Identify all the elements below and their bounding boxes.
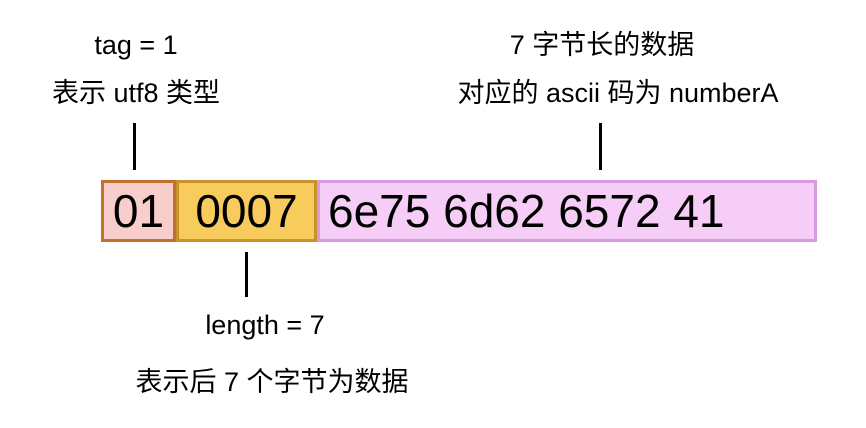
tag-value-label: tag = 1 <box>94 30 178 60</box>
length-bytes-box: 0007 <box>176 180 317 242</box>
tag-byte-text: 01 <box>112 185 165 237</box>
length-value-label: length = 7 <box>205 310 325 340</box>
length-bytes-text: 0007 <box>195 185 298 237</box>
length-pointer-line <box>245 252 248 297</box>
tag-description-label: 表示 utf8 类型 <box>51 78 221 108</box>
data-bytes-text: 6e75 6d62 6572 41 <box>328 185 725 237</box>
length-description-label: 表示后 7 个字节为数据 <box>135 367 409 397</box>
data-pointer-line <box>599 123 602 170</box>
tag-pointer-line <box>133 123 136 170</box>
tag-byte-box: 01 <box>101 180 176 242</box>
data-length-label: 7 字节长的数据 <box>509 30 695 60</box>
data-ascii-label: 对应的 ascii 码为 numberA <box>457 78 779 108</box>
data-bytes-box: 6e75 6d62 6572 41 <box>317 180 817 242</box>
